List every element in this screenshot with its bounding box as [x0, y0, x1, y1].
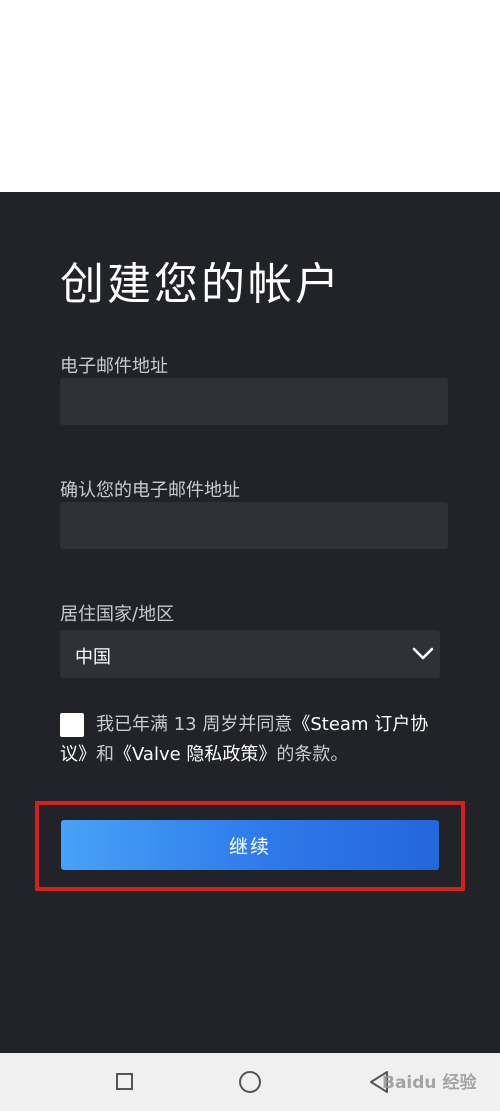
- country-select-value: 中国: [75, 647, 111, 668]
- baidu-watermark: Baidu 经验: [382, 1073, 477, 1093]
- agreement-middle: 和: [96, 744, 114, 765]
- agreement-suffix: 的条款。: [276, 744, 349, 765]
- page-title: 创建您的帐户: [60, 259, 342, 310]
- email-field[interactable]: [60, 378, 448, 425]
- privacy-link[interactable]: 《Valve 隐私政策》: [114, 744, 276, 765]
- square-recents-icon[interactable]: [116, 1073, 133, 1090]
- email-label: 电子邮件地址: [60, 356, 168, 377]
- agreement-text: 我已年满 13 周岁并同意《Steam 订户协议》和《Valve 隐私政策》的条…: [60, 710, 450, 770]
- country-select[interactable]: 中国: [60, 630, 440, 678]
- country-label: 居住国家/地区: [60, 604, 175, 625]
- agreement-prefix: 我已年满 13 周岁并同意: [96, 714, 293, 735]
- circle-home-icon[interactable]: [239, 1071, 261, 1093]
- confirm-email-field[interactable]: [60, 502, 448, 549]
- top-blank-area: [0, 0, 500, 192]
- confirm-email-label: 确认您的电子邮件地址: [60, 480, 240, 501]
- continue-button[interactable]: 继续: [61, 820, 439, 870]
- chevron-down-icon: [411, 643, 435, 669]
